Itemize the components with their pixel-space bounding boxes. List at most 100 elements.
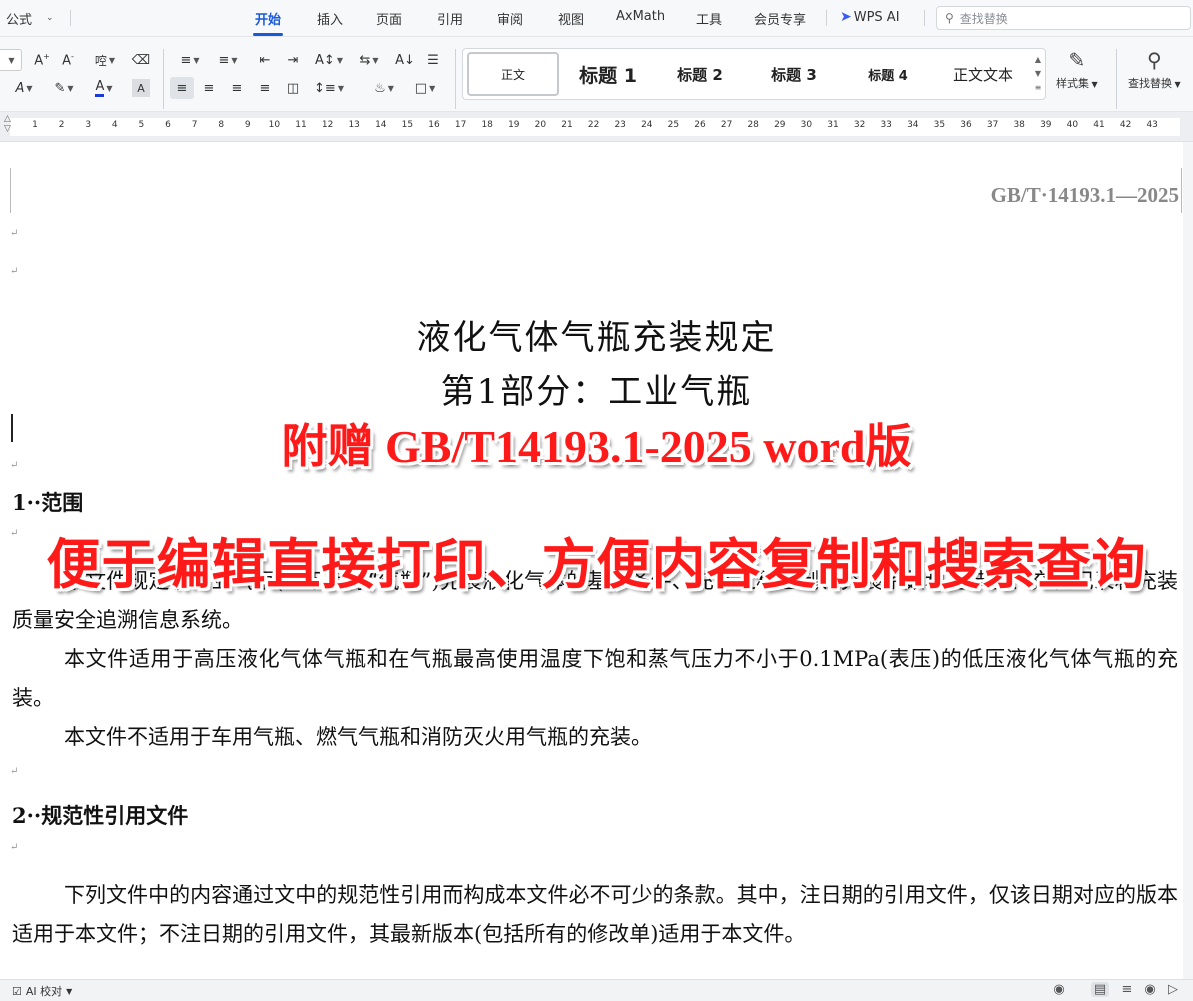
line-spacing-button[interactable]: ↕≡ ▼ bbox=[312, 77, 346, 99]
eye-icon[interactable]: ◉ bbox=[1050, 982, 1068, 997]
chevron-down-icon: ▼ bbox=[336, 55, 343, 65]
font-color-button[interactable]: A ▼ bbox=[88, 77, 120, 99]
ruler-number: 21 bbox=[561, 120, 573, 130]
decrease-indent-button[interactable]: ⇤ bbox=[254, 49, 276, 71]
ruler-number: 25 bbox=[667, 120, 680, 130]
ruler-number: 42 bbox=[1119, 120, 1132, 130]
ai-proofread-button[interactable]: ☑ AI 校对 ▼ bbox=[12, 983, 72, 999]
style-heading-1[interactable]: 标题 1 bbox=[563, 52, 653, 96]
chevron-down-icon: ▼ bbox=[26, 83, 33, 93]
font-size-dropdown[interactable]: ▼ bbox=[0, 49, 22, 71]
ruler-number: 30 bbox=[800, 120, 813, 130]
formula-button[interactable]: 公式 ⌄ bbox=[6, 8, 54, 28]
style-heading-3[interactable]: 标题 3 bbox=[749, 52, 839, 96]
bullets-button[interactable]: ≡ ▼ bbox=[174, 49, 206, 71]
wps-ai-button[interactable]: ➤ WPS AI bbox=[840, 9, 900, 25]
divider bbox=[1116, 49, 1117, 109]
align-left-button[interactable]: ≡ bbox=[170, 77, 194, 99]
paragraph-scope-2: 本文件适用于高压液化气体气瓶和在气瓶最高使用温度下饱和蒸气压力不小于0.1MPa… bbox=[12, 647, 1178, 710]
ruler-number: 16 bbox=[428, 120, 440, 130]
tab-view[interactable]: 视图 bbox=[558, 9, 584, 28]
align-center-icon: ≡ bbox=[203, 80, 215, 96]
ruler-number: 19 bbox=[508, 120, 520, 130]
ruler-number: 10 bbox=[268, 120, 281, 130]
ruler-number: 20 bbox=[534, 120, 547, 130]
ruler-number: 6 bbox=[165, 120, 171, 130]
page-view-icon[interactable]: ▤ bbox=[1091, 982, 1109, 997]
ruler-number: 11 bbox=[295, 120, 307, 130]
grow-font-button[interactable]: A+ bbox=[32, 49, 52, 71]
find-replace-button[interactable]: ⚲ 查找替换 ▼ bbox=[1128, 45, 1181, 91]
divider bbox=[70, 10, 71, 26]
divider bbox=[826, 10, 827, 26]
menu-bar: 公式 ⌄ 开始 插入 页面 引用 审阅 视图 AxMath 工具 会员专享 ➤ … bbox=[0, 0, 1193, 37]
highlight-button[interactable]: ✎ ▼ bbox=[48, 77, 80, 99]
chevron-down-icon: ▼ bbox=[66, 986, 73, 996]
play-icon[interactable]: ▷ bbox=[1164, 982, 1182, 997]
style-normal[interactable]: 正文 bbox=[467, 52, 559, 96]
increase-indent-button[interactable]: ⇥ bbox=[282, 49, 304, 71]
ruler-number: 43 bbox=[1146, 120, 1158, 130]
phonetic-guide-button[interactable]: 啌 ▼ bbox=[88, 49, 122, 71]
style-body-text[interactable]: 正文文本 bbox=[937, 52, 1029, 96]
tab-page[interactable]: 页面 bbox=[376, 9, 402, 28]
tab-references[interactable]: 引用 bbox=[437, 9, 463, 28]
status-bar: ☑ AI 校对 ▼ ◉ ▤ ≡ ◉ ▷ bbox=[0, 979, 1193, 1001]
ruler-number: 33 bbox=[880, 120, 892, 130]
standard-number-header: GB/T·14193.1—2025 bbox=[990, 183, 1179, 207]
divider bbox=[163, 49, 164, 109]
chevron-down-icon: ▼ bbox=[1172, 80, 1181, 89]
align-center-button[interactable]: ≡ bbox=[198, 77, 220, 99]
web-view-icon[interactable]: ◉ bbox=[1141, 982, 1159, 997]
ruler-number: 2 bbox=[58, 120, 65, 130]
indent-icon: ⇥ bbox=[287, 52, 299, 68]
styles-set-button[interactable]: ✎ 样式集 ▼ bbox=[1056, 45, 1098, 91]
justify-icon: ≡ bbox=[259, 80, 271, 96]
ruler-number: 9 bbox=[244, 120, 251, 130]
tab-review[interactable]: 审阅 bbox=[497, 9, 523, 28]
gallery-scroll[interactable]: ▲ ▼ ≡ bbox=[1033, 53, 1043, 95]
show-marks-button[interactable]: ☰ bbox=[422, 49, 444, 71]
text-direction-button[interactable]: A↕ ▼ bbox=[312, 49, 346, 71]
outline-view-icon[interactable]: ≡ bbox=[1118, 982, 1136, 997]
tab-axmath[interactable]: AxMath bbox=[616, 9, 665, 24]
align-left-icon: ≡ bbox=[176, 80, 188, 96]
ai-proofread-label: AI 校对 bbox=[25, 985, 63, 998]
shrink-font-button[interactable]: A- bbox=[58, 49, 78, 71]
grow-font-icon: A+ bbox=[34, 51, 50, 69]
swap-icon: ⇆ bbox=[359, 52, 371, 68]
shading-button[interactable]: ♨ ▼ bbox=[368, 77, 400, 99]
chevron-down-icon: ▼ bbox=[231, 55, 238, 65]
horizontal-ruler[interactable]: △ ▽ 1 2 3 4 5 6 7 8 9 10 11 12 13 14 15 16 17 18 19 20 21 22 23… bbox=[0, 112, 1193, 142]
styles-set-icon: ✎ bbox=[1068, 48, 1086, 72]
chevron-down-icon: ⌄ bbox=[46, 13, 54, 23]
char-shading-button[interactable]: A bbox=[132, 79, 150, 97]
tab-start[interactable]: 开始 bbox=[255, 9, 281, 28]
tab-member[interactable]: 会员专享 bbox=[754, 9, 806, 28]
chevron-down-icon: ▼ bbox=[372, 55, 379, 65]
align-right-icon: ≡ bbox=[231, 80, 243, 96]
line-wrap-button[interactable]: ⇆ ▼ bbox=[354, 49, 384, 71]
style-heading-2[interactable]: 标题 2 bbox=[655, 52, 745, 96]
tab-insert[interactable]: 插入 bbox=[317, 9, 343, 28]
sort-button[interactable]: A↓ bbox=[394, 49, 416, 71]
distributed-button[interactable]: ◫ bbox=[282, 77, 304, 99]
search-icon: ⚲ bbox=[945, 11, 954, 25]
clear-format-button[interactable]: ⌫ bbox=[130, 49, 152, 71]
paragraph-mark-icon: ↵ bbox=[10, 266, 19, 277]
style-heading-4[interactable]: 标题 4 bbox=[843, 52, 933, 96]
justify-button[interactable]: ≡ bbox=[254, 77, 276, 99]
text-effect-button[interactable]: A ▼ bbox=[8, 77, 40, 99]
ruler-number: 1 bbox=[32, 120, 38, 130]
ruler-number: 8 bbox=[218, 120, 225, 130]
ruler-number: 15 bbox=[401, 120, 414, 130]
search-input[interactable]: ⚲ 查找替换 bbox=[936, 6, 1191, 30]
tab-tools[interactable]: 工具 bbox=[696, 9, 722, 28]
align-right-button[interactable]: ≡ bbox=[226, 77, 248, 99]
outdent-icon: ⇤ bbox=[259, 52, 271, 68]
char-shading-icon: A bbox=[137, 81, 145, 95]
paragraph-mark-icon: ↵ bbox=[10, 842, 19, 853]
borders-button[interactable]: □ ▼ bbox=[408, 77, 442, 99]
numbering-button[interactable]: ≡ ▼ bbox=[212, 49, 244, 71]
indent-marker-icon[interactable]: △ ▽ bbox=[4, 114, 11, 134]
